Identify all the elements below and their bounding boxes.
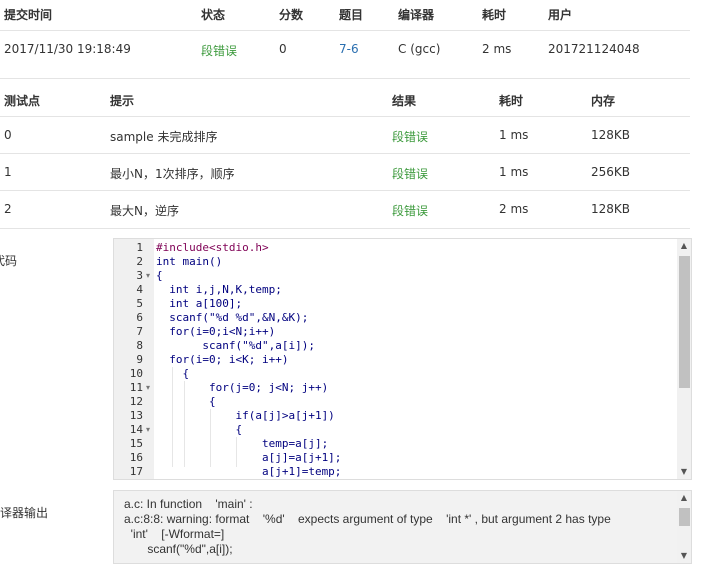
line-number: 3 (136, 269, 143, 282)
header-user: 用户 (548, 8, 573, 22)
testcase-hint: 最小N，1次排序，顺序 (110, 167, 235, 181)
line-number: 16 (129, 451, 143, 464)
scroll-down-arrow-icon[interactable]: ▼ (679, 551, 689, 561)
line-number: 10 (129, 367, 143, 380)
code-line: for(i=0;i<N;i++) (156, 325, 276, 338)
fold-toggle-icon[interactable]: ▾ (146, 381, 150, 395)
line-number: 1 (136, 241, 143, 254)
line-number: 8 (136, 339, 143, 352)
header-elapsed: 耗时 (482, 8, 507, 22)
testcase-memory: 256KB (591, 165, 631, 179)
submit-time: 2017/11/30 19:18:49 (4, 42, 131, 56)
compiler-value: C (gcc) (398, 42, 441, 56)
indent-guide (172, 367, 173, 467)
testcase-result: 段错误 (392, 167, 429, 181)
code-line: #include<stdio.h> (156, 241, 269, 254)
line-number-gutter: 1 2 3 ▾ 4 5 6 7 8 9 10 11 ▾ 12 13 14 ▾ 15 16 17 (114, 239, 154, 479)
output-scrollbar[interactable]: ▲ ▼ (677, 491, 691, 563)
header-score: 分数 (279, 8, 304, 22)
header-problem: 题目 (339, 8, 364, 22)
header-testcase: 测试点 (4, 94, 41, 108)
line-number: 14 (129, 423, 143, 436)
testcase-hint: 最大N，逆序 (110, 204, 179, 218)
code-line: int a[100]; (156, 297, 243, 310)
indent-guide (184, 381, 185, 467)
line-number: 6 (136, 311, 143, 324)
compiler-output-label: 编译器输出 (0, 506, 49, 520)
scroll-up-arrow-icon[interactable]: ▲ (679, 493, 689, 503)
testcase-memory: 128KB (591, 128, 631, 142)
line-number: 9 (136, 353, 143, 366)
code-line: if(a[j]>a[j+1]) (156, 409, 335, 422)
compiler-output-box[interactable]: a.c: In function 'main' : a.c:8:8: warni… (113, 490, 692, 564)
line-number: 5 (136, 297, 143, 310)
header-compiler: 编译器 (398, 8, 435, 22)
header-status: 状态 (201, 8, 226, 22)
compiler-output-line: 'int' [-Wformat=] (124, 527, 225, 541)
compiler-output-line: a.c: In function 'main' : (124, 497, 253, 511)
code-editor[interactable]: 1 2 3 ▾ 4 5 6 7 8 9 10 11 ▾ 12 13 14 ▾ 15 16 17 #include<st… (113, 238, 692, 480)
header-hint: 提示 (110, 94, 135, 108)
scroll-up-arrow-icon[interactable]: ▲ (679, 241, 689, 251)
indent-guide (236, 437, 237, 467)
testcase-result: 段错误 (392, 130, 429, 144)
line-number: 11 (129, 381, 143, 394)
testcase-id: 0 (4, 128, 12, 142)
testcase-memory: 128KB (591, 202, 631, 216)
code-line: { (156, 269, 163, 282)
testcase-hint: sample 未完成排序 (110, 130, 218, 144)
testcase-time: 2 ms (499, 202, 529, 216)
scrollbar-thumb[interactable] (679, 508, 690, 526)
fold-toggle-icon[interactable]: ▾ (146, 423, 150, 437)
code-line: for(j=0; j<N; j++) (156, 381, 329, 394)
code-line: scanf("%d",a[i]); (156, 339, 315, 352)
header-result: 结果 (392, 94, 417, 108)
code-label: 代码 (0, 254, 18, 268)
code-line: scanf("%d %d",&N,&K); (156, 311, 309, 324)
header-time: 耗时 (499, 94, 524, 108)
scroll-down-arrow-icon[interactable]: ▼ (679, 467, 689, 477)
code-line: a[j+1]=temp; (156, 465, 342, 478)
problem-link[interactable]: 7-6 (339, 42, 359, 56)
testcase-result: 段错误 (392, 204, 429, 218)
line-number: 17 (129, 465, 143, 478)
header-memory: 内存 (591, 94, 616, 108)
testcase-time: 1 ms (499, 165, 529, 179)
line-number: 13 (129, 409, 143, 422)
header-submit-time: 提交时间 (4, 8, 53, 22)
code-line: temp=a[j]; (156, 437, 329, 450)
code-line: { (156, 395, 216, 408)
line-number: 2 (136, 255, 143, 268)
compiler-output-line: a.c:8:8: warning: format '%d' expects ar… (124, 512, 611, 526)
line-number: 7 (136, 325, 143, 338)
editor-scrollbar[interactable]: ▲ ▼ (677, 239, 691, 479)
score-value: 0 (279, 42, 287, 56)
code-line: for(i=0; i<K; i++) (156, 353, 289, 366)
line-number: 12 (129, 395, 143, 408)
code-line: { (156, 423, 243, 436)
code-line: int main() (156, 255, 223, 268)
code-line: int i,j,N,K,temp; (156, 283, 282, 296)
compiler-output-line: scanf("%d",a[i]); (124, 542, 233, 556)
scrollbar-thumb[interactable] (679, 256, 690, 388)
testcase-id: 2 (4, 202, 12, 216)
elapsed-value: 2 ms (482, 42, 512, 56)
line-number: 4 (136, 283, 143, 296)
testcase-id: 1 (4, 165, 12, 179)
line-number: 15 (129, 437, 143, 450)
testcase-time: 1 ms (499, 128, 529, 142)
user-value: 201721124048 (548, 42, 640, 56)
status-badge: 段错误 (201, 44, 238, 58)
fold-toggle-icon[interactable]: ▾ (146, 269, 150, 283)
indent-guide (210, 409, 211, 467)
